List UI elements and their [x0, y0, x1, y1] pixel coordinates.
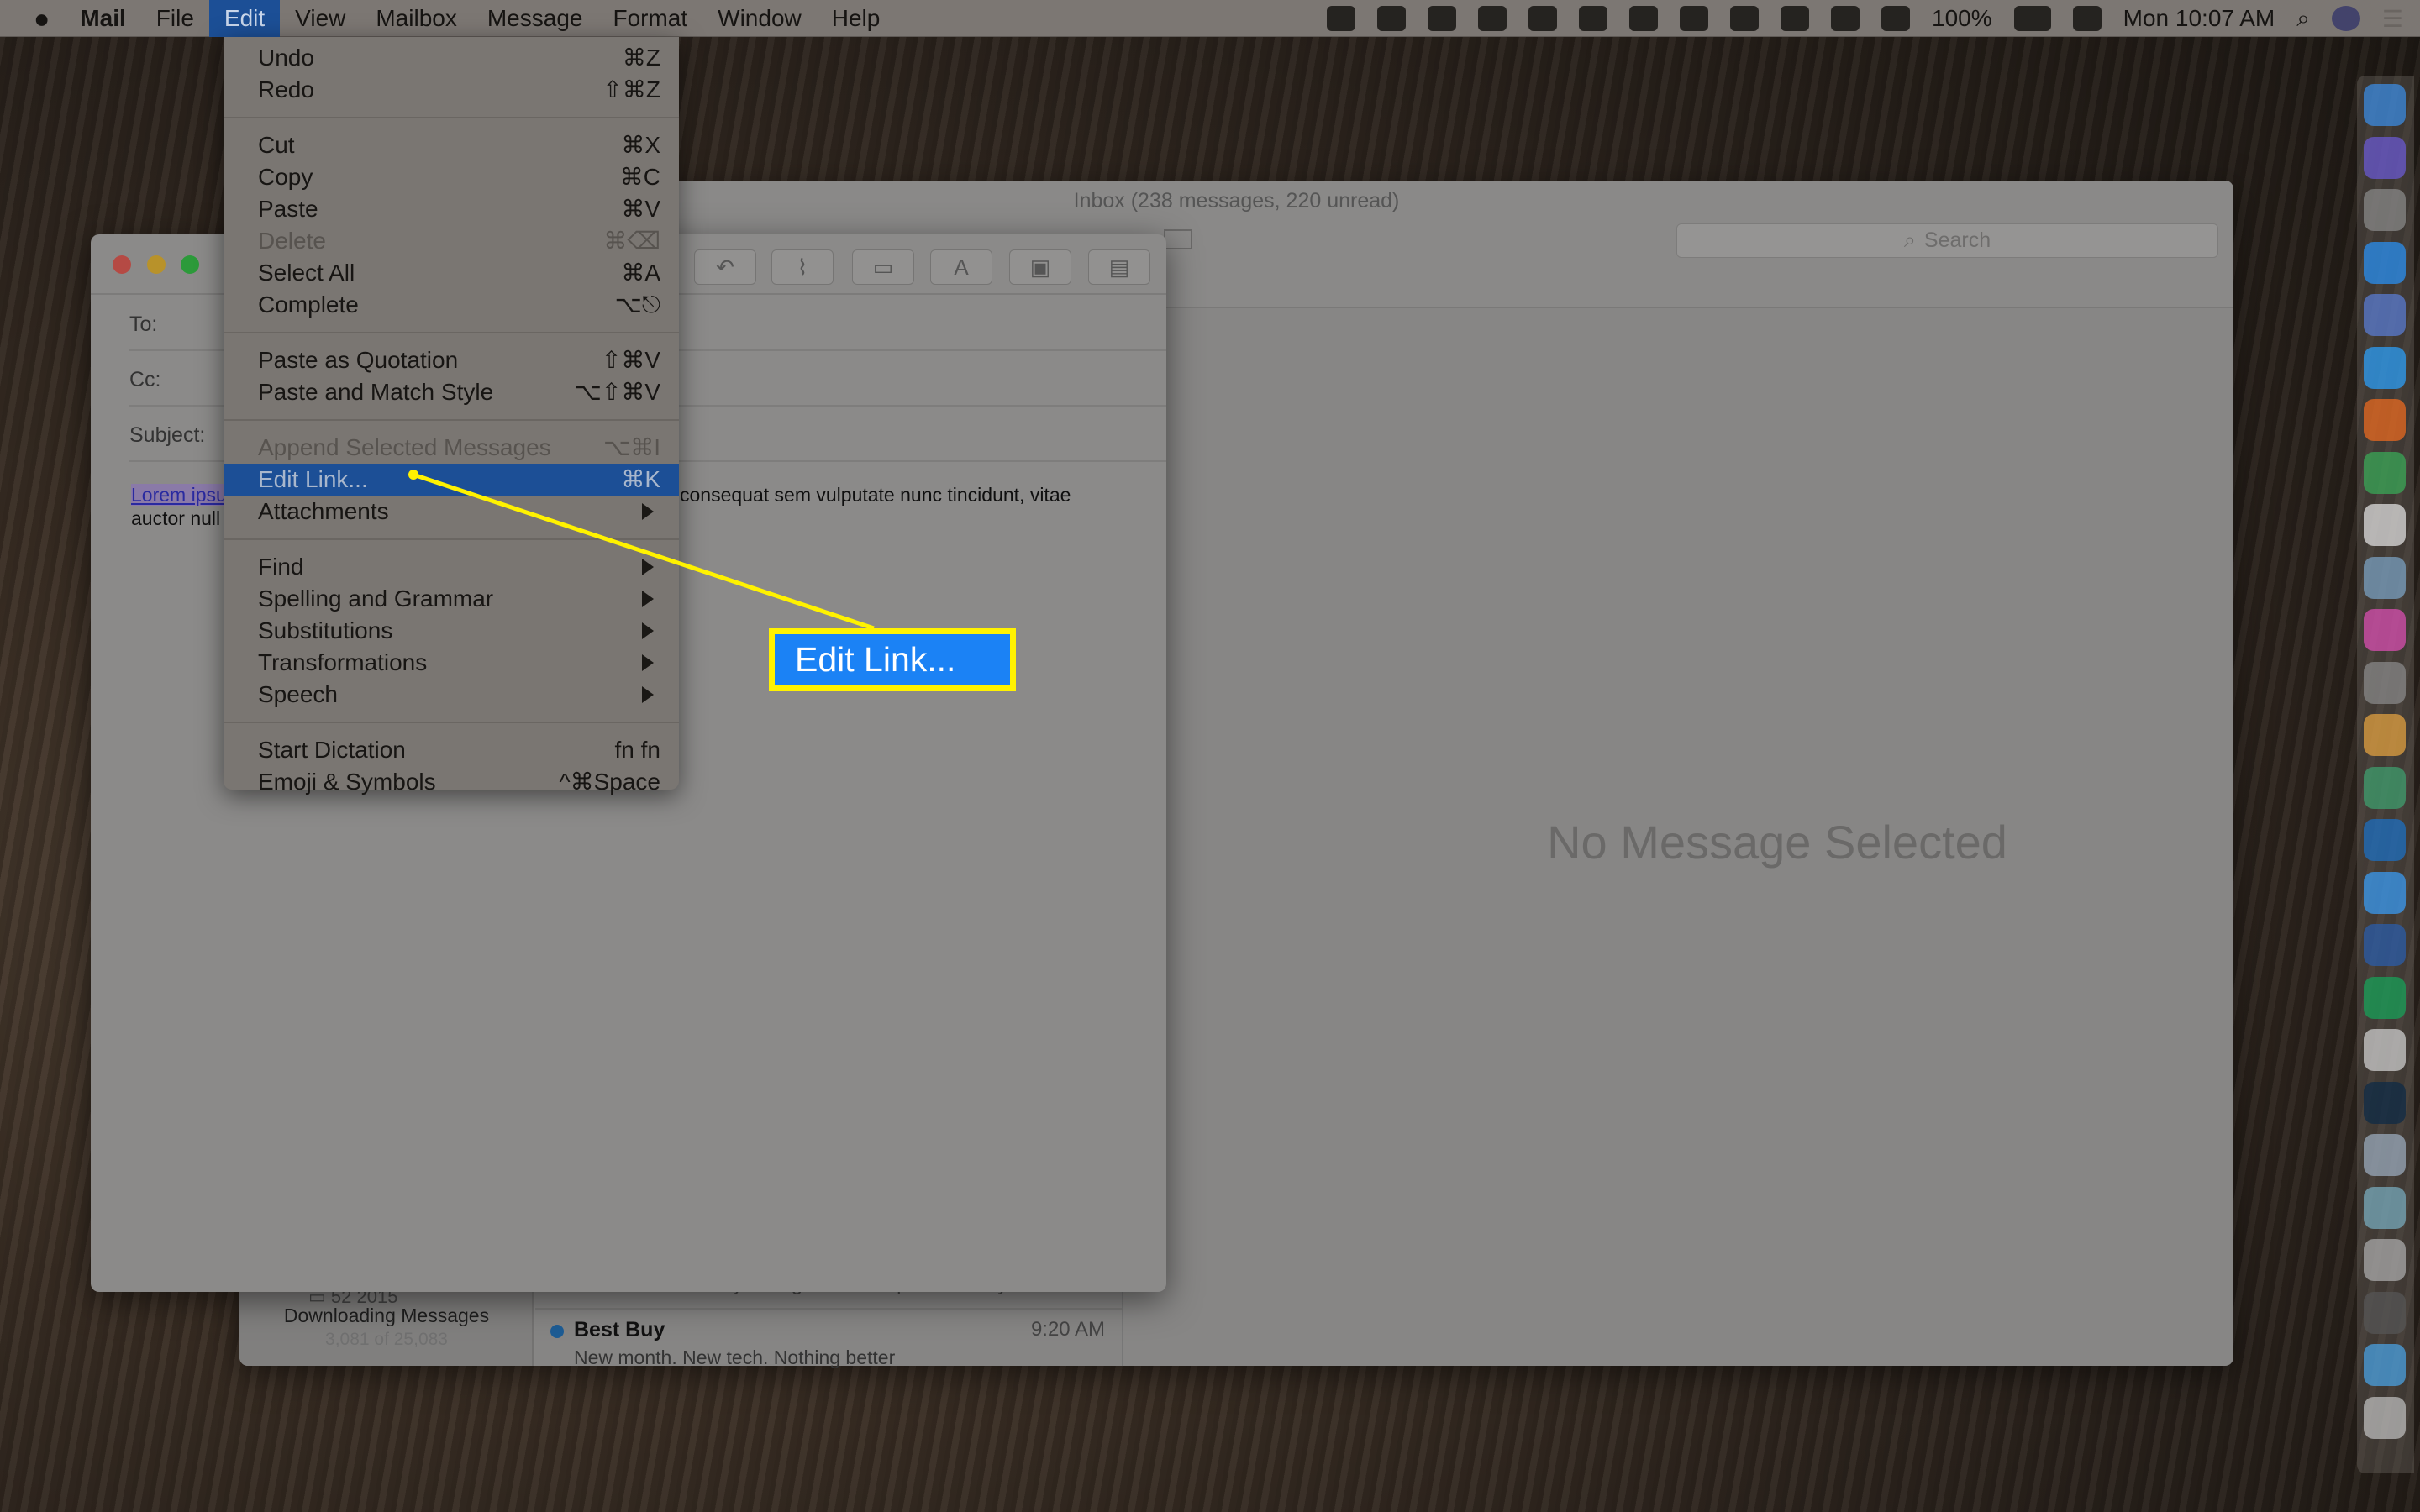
messages-icon[interactable]	[2364, 871, 2406, 914]
photos-icon[interactable]	[2364, 714, 2406, 756]
textedit-icon[interactable]	[2364, 1029, 2406, 1071]
siri-icon[interactable]	[2364, 136, 2406, 179]
grammarly-icon[interactable]	[2364, 976, 2406, 1019]
photoshop-icon[interactable]	[2364, 1081, 2406, 1124]
word-icon[interactable]	[2364, 924, 2406, 966]
annotation-arrow	[408, 470, 875, 631]
preview-icon[interactable]	[2364, 556, 2406, 599]
trash-icon[interactable]	[2364, 1396, 2406, 1439]
chrome-icon[interactable]	[2364, 451, 2406, 494]
downloads-stack-icon[interactable]	[2364, 1239, 2406, 1281]
1password-icon[interactable]	[2364, 294, 2406, 336]
edit-link-callout: Edit Link...	[769, 628, 1016, 691]
launchpad-icon[interactable]	[2364, 189, 2406, 231]
documents-stack-icon[interactable]	[2364, 1291, 2406, 1334]
itunes-icon[interactable]	[2364, 609, 2406, 651]
system-preferences-icon[interactable]	[2364, 661, 2406, 704]
annotation-dot	[408, 470, 418, 480]
dock	[2357, 76, 2414, 1473]
app-store-icon[interactable]	[2364, 241, 2406, 284]
trello-icon[interactable]	[2364, 819, 2406, 861]
finder-icon[interactable]	[2364, 84, 2406, 126]
mail-icon[interactable]	[2364, 1186, 2406, 1229]
safari-icon[interactable]	[2364, 346, 2406, 389]
firefox-icon[interactable]	[2364, 399, 2406, 441]
folder-icon[interactable]	[2364, 1344, 2406, 1386]
image-capture-icon[interactable]	[2364, 1134, 2406, 1176]
notes-icon[interactable]	[2364, 504, 2406, 546]
slack-icon[interactable]	[2364, 766, 2406, 809]
annotation-line	[413, 472, 875, 631]
